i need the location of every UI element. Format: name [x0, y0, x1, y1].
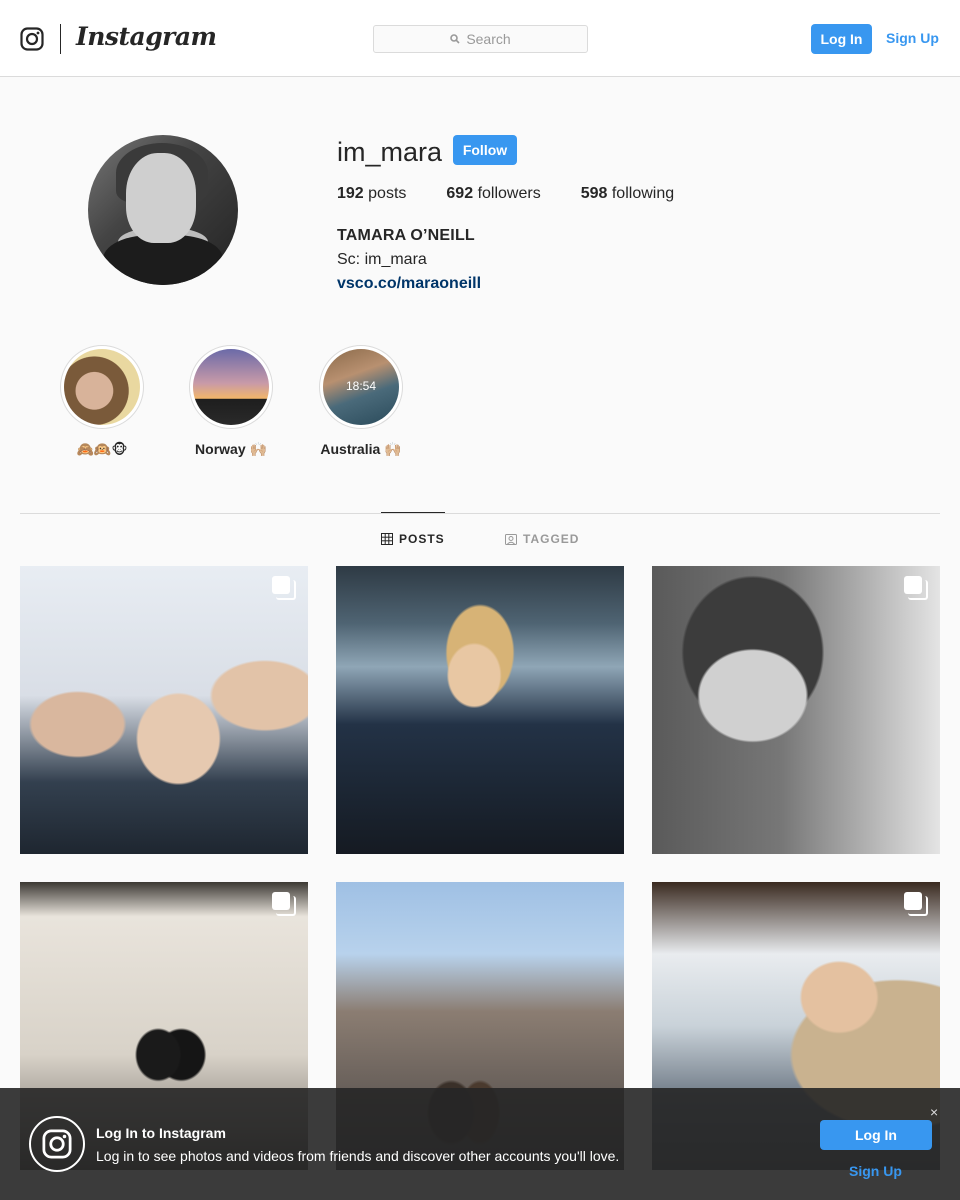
highlight-label: 🙈🙉🐵: [76, 441, 128, 457]
active-tab-indicator: [381, 512, 445, 513]
profile-bio: Sc: im_mara: [337, 251, 427, 268]
highlight-cover: [64, 349, 140, 425]
profile-avatar[interactable]: [88, 135, 238, 285]
signup-link[interactable]: Sign Up: [886, 30, 939, 46]
post-thumbnail[interactable]: [652, 566, 940, 854]
logo-divider: [60, 24, 61, 54]
highlight-label: Norway 🙌🏼: [195, 441, 267, 457]
highlight-cover: [193, 349, 269, 425]
highlight-cover: 18:54: [323, 349, 399, 425]
tab-posts[interactable]: POSTS: [381, 532, 445, 546]
multiple-photos-icon: [272, 576, 296, 600]
story-highlight[interactable]: 🙈🙉🐵: [32, 345, 172, 458]
highlight-time-text: 18:54: [345, 379, 377, 393]
tab-tagged[interactable]: TAGGED: [505, 532, 579, 546]
banner-signup-link[interactable]: Sign Up: [849, 1163, 902, 1179]
top-navigation-bar: Instagram Search Log In Sign Up: [0, 0, 960, 77]
highlight-ring: [60, 345, 144, 429]
tab-posts-label: POSTS: [399, 532, 445, 546]
search-icon: [450, 34, 460, 44]
instagram-camera-icon[interactable]: [20, 27, 44, 51]
tagged-person-icon: [505, 534, 517, 545]
instagram-wordmark-logo[interactable]: Instagram: [76, 22, 217, 51]
profile-website-link[interactable]: vsco.co/maraoneill: [337, 275, 481, 293]
follow-button[interactable]: Follow: [453, 135, 517, 165]
search-placeholder: Search: [466, 31, 511, 47]
banner-title: Log In to Instagram: [96, 1125, 226, 1141]
story-highlight[interactable]: Norway 🙌🏼: [161, 345, 301, 458]
tab-tagged-label: TAGGED: [523, 532, 580, 546]
login-prompt-banner: Log In to Instagram Log in to see photos…: [0, 1088, 960, 1200]
post-thumbnail[interactable]: [336, 566, 624, 854]
multiple-photos-icon: [904, 576, 928, 600]
tabs-divider: [20, 513, 940, 514]
highlight-ring: [189, 345, 273, 429]
multiple-photos-icon: [904, 892, 928, 916]
login-button[interactable]: Log In: [811, 24, 872, 54]
profile-stats: 192 posts 692 followers 598 following: [337, 185, 714, 203]
profile-username: im_mara: [337, 137, 443, 167]
banner-login-button[interactable]: Log In: [820, 1120, 932, 1150]
banner-subtitle: Log in to see photos and videos from fri…: [96, 1148, 620, 1164]
grid-icon: [381, 533, 393, 545]
post-thumbnail[interactable]: [20, 566, 308, 854]
posts-count: 192 posts: [337, 185, 407, 202]
story-highlight[interactable]: 18:54 Australia 🙌🏼: [291, 345, 431, 458]
close-icon[interactable]: ×: [930, 1104, 938, 1120]
multiple-photos-icon: [272, 892, 296, 916]
highlight-ring: 18:54: [319, 345, 403, 429]
search-input[interactable]: Search: [373, 25, 588, 53]
instagram-camera-icon: [29, 1116, 85, 1172]
highlight-label: Australia 🙌🏼: [320, 441, 402, 457]
following-count[interactable]: 598 following: [581, 185, 674, 203]
profile-full-name: TAMARA O’NEILL: [337, 227, 475, 244]
followers-count[interactable]: 692 followers: [446, 185, 540, 203]
